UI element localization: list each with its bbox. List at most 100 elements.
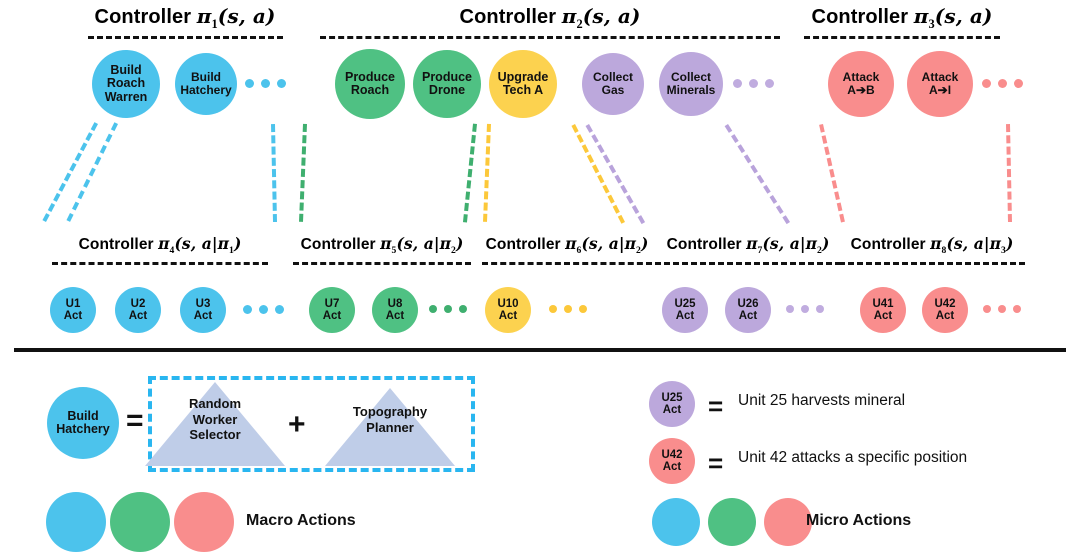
ellipsis-dot [786,305,794,313]
controller-underline [87,36,283,39]
controller-heading-pi3: Controller π3(s, a) [362,4,1080,32]
controller-args: (s, a|π3) [946,234,1014,257]
circle-label: Build Roach Warren [104,62,148,104]
ellipsis-dot [245,79,254,88]
controller-underline [482,262,652,265]
ellipsis-dot [459,305,467,313]
ellipsis-dot [444,305,452,313]
ellipsis-dot [277,79,286,88]
ellipsis-icon-pi1 [245,79,286,88]
ellipsis-icon-pi2 [733,79,774,88]
macro-action-node-pi2-0[interactable]: Produce Roach [335,49,405,119]
circle-label: U25 Act [674,297,696,322]
micro-action-node-pi4-0[interactable]: U1 Act [50,287,96,333]
controller-underline [320,36,780,39]
circle-label: U41 Act [872,297,894,322]
circle-label: Build Hatchery [56,408,110,436]
ellipsis-icon-pi7 [786,305,824,313]
ellipsis-dot [998,305,1006,313]
circle-label: U2 Act [128,297,148,322]
controller-label-prefix: Controller [850,236,931,253]
ellipsis-dot [983,305,991,313]
ellipsis-icon-pi4 [243,305,284,314]
legend-macro-circle[interactable]: Build Hatchery [47,387,119,459]
connector-line [66,122,118,222]
legend-example-circle-0[interactable]: U25 Act [649,381,695,427]
legend-example-circle-1[interactable]: U42 Act [649,438,695,484]
controller-heading-pi8: Controller π8(s, a|π3) [392,234,1080,256]
macro-action-node-pi2-1[interactable]: Produce Drone [413,50,481,118]
component-triangle-label-1: Topography Planner [352,404,428,435]
macro-actions-key-swatch-red [174,492,234,552]
micro-action-node-pi7-0[interactable]: U25 Act [662,287,708,333]
circle-label: U3 Act [193,297,213,322]
circle-label: U25 Act [661,391,683,416]
connector-line [299,123,307,222]
legend-example-equals-1: = [708,448,724,478]
legend-plus-sign: + [288,408,306,441]
legend-example-text-1: Unit 42 attacks a specific position [738,449,968,466]
circle-label: Collect Minerals [666,70,716,97]
diagram-canvas: Controller π1(s, a) Build Roach Warren Build… [0,0,1080,560]
connector-line [463,123,477,222]
connector-line [1006,124,1012,223]
circle-label: U7 Act [322,297,342,322]
circle-label: Upgrade Tech A [497,69,549,97]
connector-line [483,123,491,222]
micro-actions-key-label: Micro Actions [806,512,912,529]
pi-symbol: π3 [913,4,935,31]
controller-args: (s, a) [934,4,993,28]
ellipsis-dot [1013,305,1021,313]
ellipsis-dot [816,305,824,313]
circle-label: Build Hatchery [180,70,232,97]
micro-actions-key-swatch-red [764,498,812,546]
micro-actions-key-swatch-green [708,498,756,546]
circle-label: U42 Act [661,448,683,473]
macro-action-node-pi3-1[interactable]: Attack A➔I [907,51,973,117]
micro-action-node-pi8-1[interactable]: U42 Act [922,287,968,333]
ellipsis-dot [261,79,270,88]
circle-label: Produce Drone [421,69,472,97]
macro-actions-key-swatch-blue [46,492,106,552]
micro-action-node-pi4-2[interactable]: U3 Act [180,287,226,333]
circle-label: Attack A➔I [921,70,959,97]
circle-label: Attack A➔B [842,70,880,97]
component-triangle-label-0: Random Worker Selector [189,396,241,443]
legend-example-text-0: Unit 25 harvests mineral [738,392,906,409]
controller-label-prefix: Controller [811,6,914,28]
micro-action-node-pi5-1[interactable]: U8 Act [372,287,418,333]
macro-action-node-pi1-0[interactable]: Build Roach Warren [92,50,160,118]
macro-action-node-pi3-0[interactable]: Attack A➔B [828,51,894,117]
circle-label: U42 Act [934,297,956,322]
micro-action-node-pi8-0[interactable]: U41 Act [860,287,906,333]
macro-action-node-pi2-2[interactable]: Upgrade Tech A [489,50,557,118]
ellipsis-dot [982,79,991,88]
ellipsis-dot [1014,79,1023,88]
macro-action-node-pi1-1[interactable]: Build Hatchery [175,53,237,115]
macro-actions-key-swatch-green [110,492,170,552]
micro-action-node-pi6-0[interactable]: U10 Act [485,287,531,333]
micro-actions-key-swatch-blue [652,498,700,546]
ellipsis-icon-pi5 [429,305,467,313]
ellipsis-dot [749,79,758,88]
controller-underline [839,262,1025,265]
ellipsis-dot [259,305,268,314]
section-divider [14,348,1066,352]
micro-action-node-pi4-1[interactable]: U2 Act [115,287,161,333]
controller-underline [52,262,268,265]
ellipsis-dot [801,305,809,313]
macro-action-node-pi2-4[interactable]: Collect Minerals [659,52,723,116]
micro-action-node-pi5-0[interactable]: U7 Act [309,287,355,333]
pi-symbol: π8 [930,234,947,257]
circle-label: U26 Act [737,297,759,322]
circle-label: U8 Act [385,297,405,322]
macro-action-node-pi2-3[interactable]: Collect Gas [582,53,644,115]
ellipsis-icon-pi6 [549,305,587,313]
controller-underline [804,36,1000,39]
circle-label: Collect Gas [592,70,633,97]
ellipsis-dot [733,79,742,88]
ellipsis-icon-pi3 [982,79,1023,88]
circle-label: U1 Act [63,297,83,322]
micro-action-node-pi7-1[interactable]: U26 Act [725,287,771,333]
connector-line [819,124,845,223]
